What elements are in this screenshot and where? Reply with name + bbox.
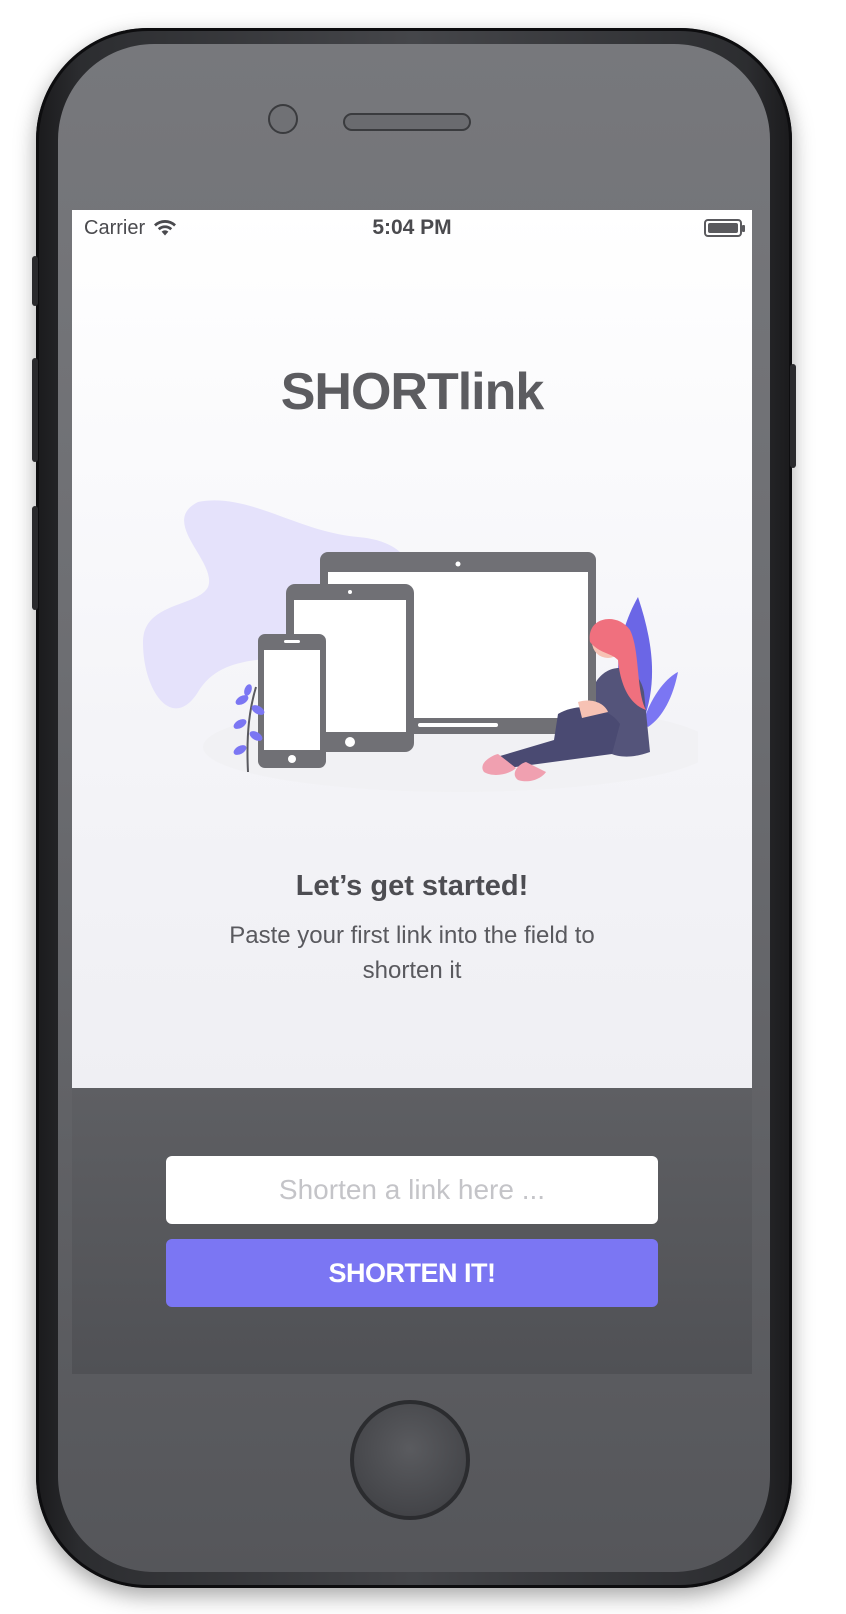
carrier-label: Carrier [84, 216, 146, 239]
power-button [790, 364, 796, 468]
volume-up-button [32, 358, 38, 462]
earpiece-speaker [343, 113, 471, 131]
status-left: Carrier [84, 217, 177, 240]
bottom-panel: SHORTEN IT! [72, 1088, 752, 1374]
battery-level [708, 223, 738, 233]
volume-down-button [32, 506, 38, 610]
battery-icon [704, 219, 745, 237]
main-content: Carrier 5:04 PM SHORTlink Let’s get star… [72, 210, 752, 1088]
mute-switch [32, 256, 38, 306]
shorten-button[interactable]: SHORTEN IT! [166, 1239, 658, 1307]
app-title: SHORTlink [280, 363, 545, 421]
front-camera [268, 104, 298, 134]
headline: Let’s get started! [295, 870, 529, 902]
home-button[interactable] [350, 1400, 470, 1520]
devices-illustration [143, 500, 698, 792]
phone-screen: Carrier 5:04 PM SHORTlink Let’s get star… [72, 210, 752, 1374]
subtext: Paste your first link into the field to … [229, 922, 595, 984]
status-bar: Carrier 5:04 PM [72, 210, 752, 246]
link-input[interactable] [166, 1156, 658, 1224]
wifi-icon [154, 220, 177, 236]
